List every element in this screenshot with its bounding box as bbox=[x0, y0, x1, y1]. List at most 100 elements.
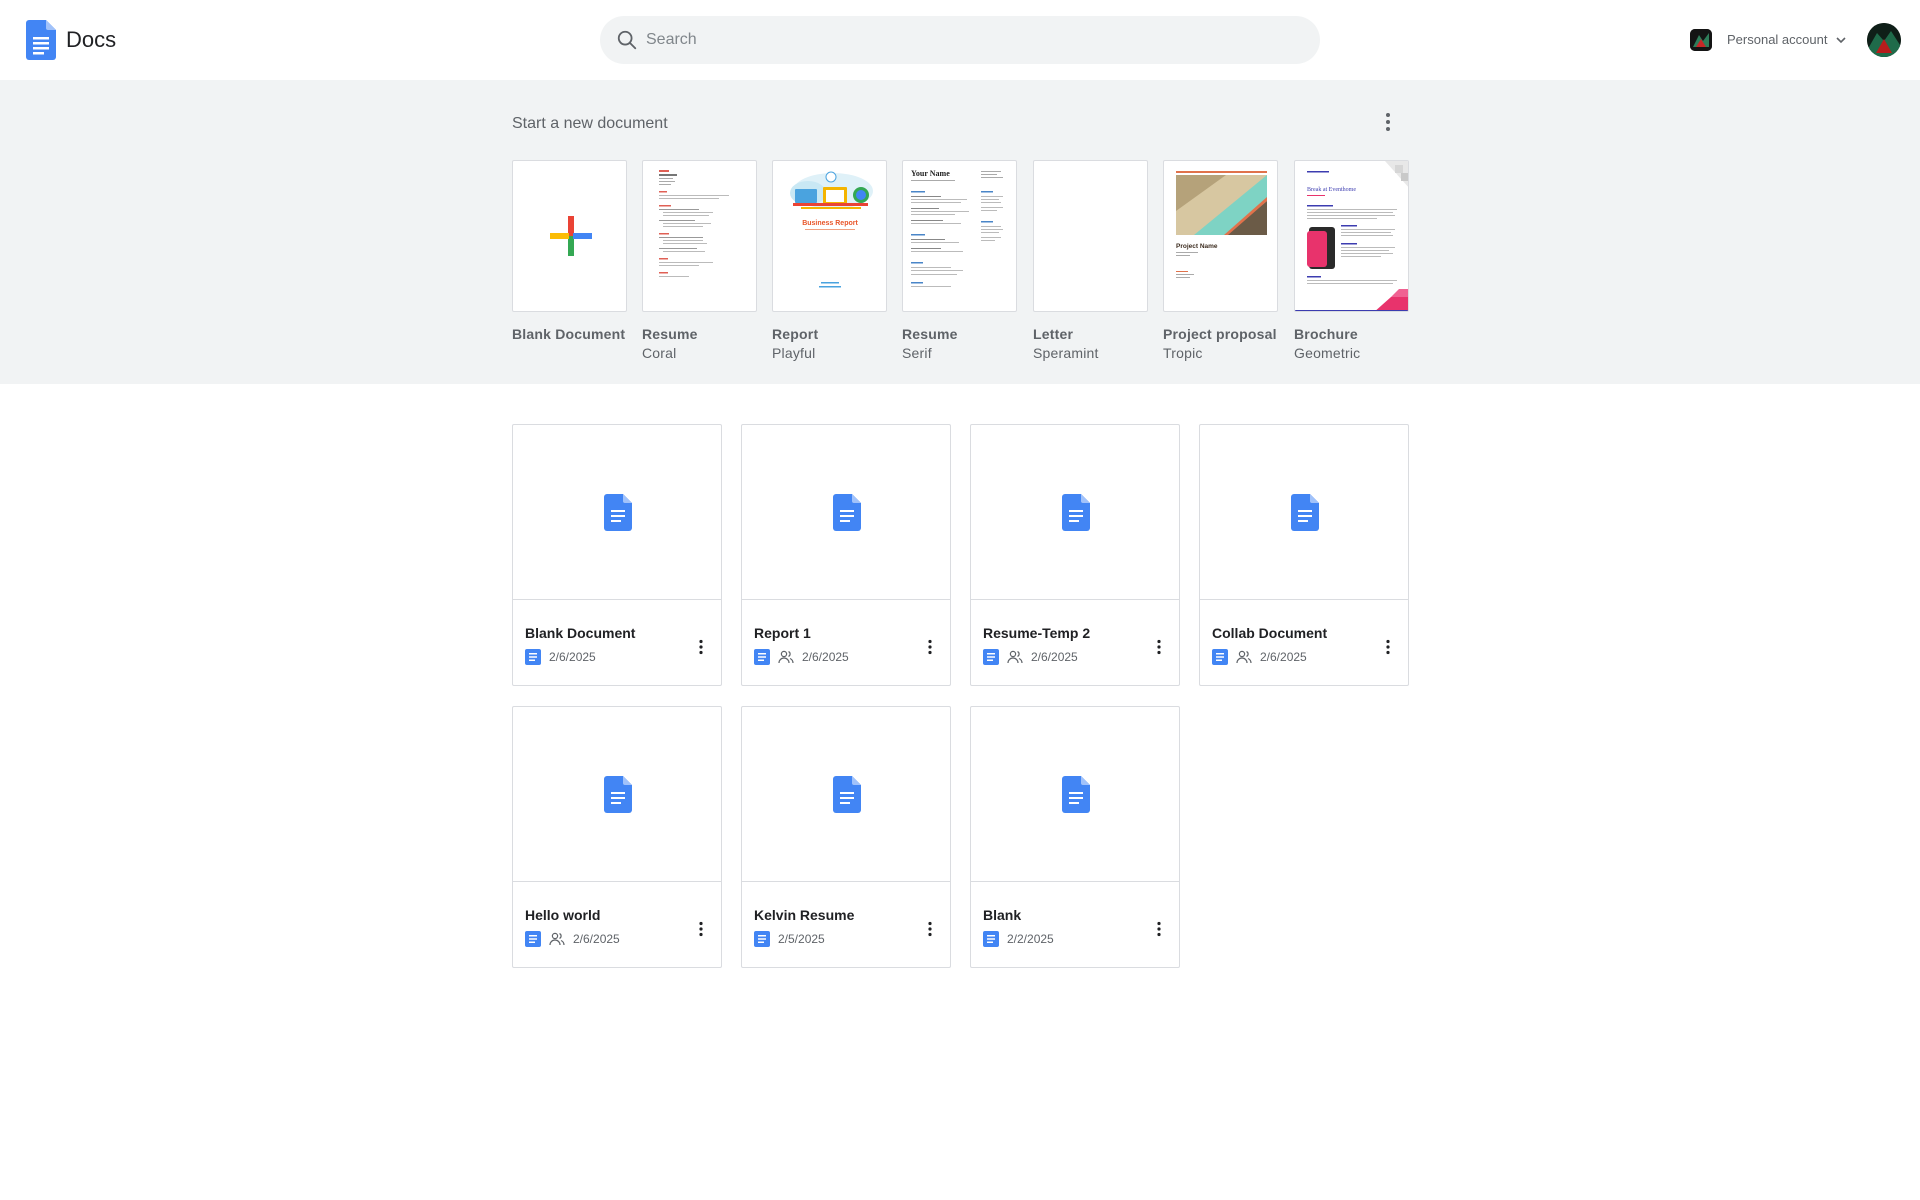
document-preview[interactable] bbox=[971, 707, 1179, 882]
document-date: 2/6/2025 bbox=[1031, 650, 1078, 664]
report-playful-preview: Business Report bbox=[790, 171, 873, 288]
report-thumb-title: Business Report bbox=[802, 220, 858, 227]
document-card[interactable]: Report 1 2/6/2025 bbox=[741, 424, 951, 686]
plus-icon bbox=[550, 216, 592, 256]
document-card[interactable]: Blank Document 2/6/2025 bbox=[512, 424, 722, 686]
app-title: Docs bbox=[66, 27, 117, 52]
template-thumbnail[interactable]: Project Name bbox=[1163, 160, 1278, 312]
template-blank-document[interactable]: Blank Document bbox=[512, 160, 627, 342]
template-variant: Geometric bbox=[1294, 345, 1361, 361]
document-meta: 2/5/2025 bbox=[754, 930, 825, 948]
template-gallery: Start a new document Blank Document Resu… bbox=[0, 80, 1920, 384]
document-meta: 2/6/2025 bbox=[754, 648, 849, 666]
search-icon[interactable] bbox=[616, 29, 638, 51]
more-vertical-icon[interactable] bbox=[1149, 919, 1169, 939]
doc-type-icon bbox=[983, 649, 999, 665]
chevron-down-icon[interactable] bbox=[1834, 33, 1848, 47]
document-title[interactable]: Collab Document bbox=[1212, 625, 1327, 641]
more-vertical-icon[interactable] bbox=[920, 919, 940, 939]
doc-type-icon bbox=[754, 931, 770, 947]
document-preview[interactable] bbox=[1200, 425, 1408, 600]
template-variant: Coral bbox=[642, 345, 677, 361]
template-resume-coral[interactable]: Resume Coral bbox=[642, 160, 757, 361]
people-icon bbox=[549, 932, 565, 946]
more-vertical-icon[interactable] bbox=[920, 637, 940, 657]
doc-type-icon bbox=[754, 649, 770, 665]
template-variant: Speramint bbox=[1033, 345, 1099, 361]
template-thumbnail[interactable] bbox=[1033, 160, 1148, 312]
template-name: Report bbox=[772, 326, 819, 342]
brochure-geometric-preview: Break at Eventhome bbox=[1295, 161, 1408, 311]
brochure-thumb-title: Break at Eventhome bbox=[1307, 187, 1356, 193]
document-preview[interactable] bbox=[971, 425, 1179, 600]
template-thumbnail[interactable]: Business Report bbox=[772, 160, 887, 312]
document-card[interactable]: Blank 2/2/2025 bbox=[970, 706, 1180, 968]
people-icon bbox=[778, 650, 794, 664]
doc-icon bbox=[604, 776, 632, 813]
document-card[interactable]: Collab Document 2/6/2025 bbox=[1199, 424, 1409, 686]
resume-coral-preview bbox=[659, 170, 729, 277]
template-thumbnail[interactable] bbox=[642, 160, 757, 312]
document-meta: 2/6/2025 bbox=[1212, 648, 1307, 666]
template-name: Blank Document bbox=[512, 326, 626, 342]
template-resume-serif[interactable]: Your Name Resume Serif bbox=[902, 160, 1017, 361]
doc-type-icon bbox=[983, 931, 999, 947]
resume-serif-thumb-name: Your Name bbox=[911, 169, 950, 178]
template-thumbnail[interactable] bbox=[512, 160, 627, 312]
document-preview[interactable] bbox=[742, 707, 950, 882]
docs-logo-icon[interactable] bbox=[26, 20, 56, 60]
more-vertical-icon[interactable] bbox=[1378, 637, 1398, 657]
document-preview[interactable] bbox=[742, 425, 950, 600]
doc-icon bbox=[1291, 494, 1319, 531]
resume-serif-preview: Your Name bbox=[911, 169, 1003, 287]
template-report-playful[interactable]: Business Report Report Playful bbox=[772, 160, 887, 361]
document-meta: 2/2/2025 bbox=[983, 930, 1054, 948]
doc-icon bbox=[604, 494, 632, 531]
account-switcher-label[interactable]: Personal account bbox=[1727, 32, 1827, 47]
doc-type-icon bbox=[525, 931, 541, 947]
template-name: Resume bbox=[902, 326, 958, 342]
document-preview[interactable] bbox=[513, 425, 721, 600]
document-meta: 2/6/2025 bbox=[525, 648, 596, 666]
document-preview[interactable] bbox=[513, 707, 721, 882]
template-name: Brochure bbox=[1294, 326, 1358, 342]
template-variant: Tropic bbox=[1163, 345, 1203, 361]
search-bar[interactable] bbox=[600, 16, 1320, 64]
document-date: 2/6/2025 bbox=[802, 650, 849, 664]
document-card[interactable]: Resume-Temp 2 2/6/2025 bbox=[970, 424, 1180, 686]
more-vertical-icon[interactable] bbox=[691, 919, 711, 939]
document-date: 2/6/2025 bbox=[573, 932, 620, 946]
doc-icon bbox=[833, 494, 861, 531]
template-gallery-heading: Start a new document bbox=[512, 115, 668, 132]
template-name: Project proposal bbox=[1163, 326, 1277, 342]
profile-avatar[interactable] bbox=[1867, 23, 1901, 57]
doc-icon bbox=[1062, 494, 1090, 531]
search-input[interactable] bbox=[646, 16, 1286, 64]
document-card[interactable]: Kelvin Resume 2/5/2025 bbox=[741, 706, 951, 968]
doc-icon bbox=[1062, 776, 1090, 813]
more-vertical-icon[interactable] bbox=[691, 637, 711, 657]
proposal-thumb-title: Project Name bbox=[1176, 243, 1218, 250]
document-date: 2/2/2025 bbox=[1007, 932, 1054, 946]
more-vertical-icon[interactable] bbox=[1149, 637, 1169, 657]
template-thumbnail[interactable]: Your Name bbox=[902, 160, 1017, 312]
account-avatar[interactable] bbox=[1690, 29, 1712, 51]
document-title[interactable]: Report 1 bbox=[754, 625, 811, 641]
template-brochure-geometric[interactable]: Break at Eventhome Brochure Geometric bbox=[1294, 160, 1409, 361]
document-title[interactable]: Blank bbox=[983, 907, 1021, 923]
template-name: Letter bbox=[1033, 326, 1074, 342]
template-thumbnail[interactable]: Break at Eventhome bbox=[1294, 160, 1409, 312]
document-title[interactable]: Resume-Temp 2 bbox=[983, 625, 1090, 641]
document-date: 2/5/2025 bbox=[778, 932, 825, 946]
document-card[interactable]: Hello world 2/6/2025 bbox=[512, 706, 722, 968]
document-date: 2/6/2025 bbox=[549, 650, 596, 664]
template-letter-spearmint[interactable]: Letter Speramint bbox=[1033, 160, 1148, 361]
document-title[interactable]: Kelvin Resume bbox=[754, 907, 854, 923]
doc-icon bbox=[833, 776, 861, 813]
people-icon bbox=[1007, 650, 1023, 664]
more-vertical-icon[interactable] bbox=[1376, 110, 1400, 134]
doc-type-icon bbox=[525, 649, 541, 665]
template-project-proposal-tropic[interactable]: Project Name Project proposal Tropic bbox=[1163, 160, 1278, 361]
document-title[interactable]: Hello world bbox=[525, 907, 600, 923]
document-title[interactable]: Blank Document bbox=[525, 625, 635, 641]
